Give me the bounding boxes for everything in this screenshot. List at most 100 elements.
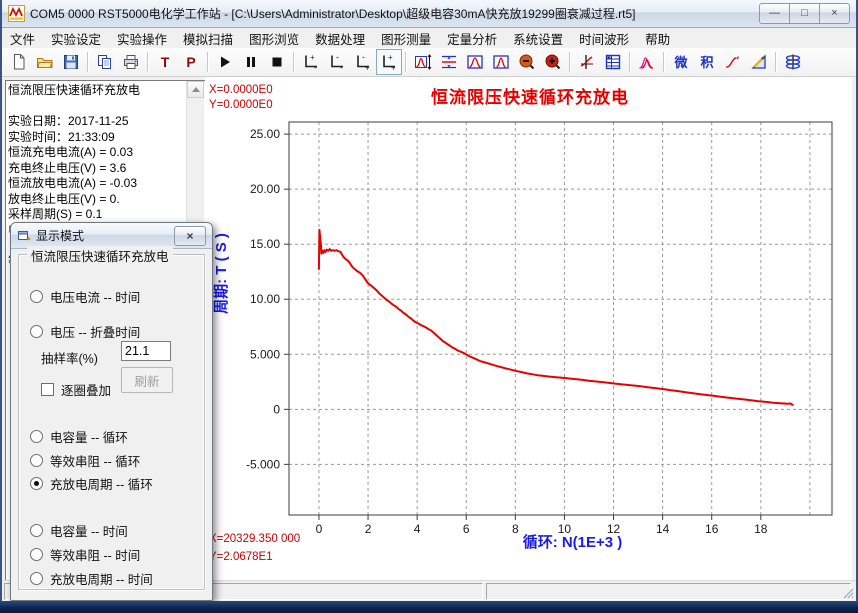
dialog-close-button[interactable]: × [174, 226, 206, 246]
minimize-button[interactable]: — [759, 3, 790, 24]
toolbar-separator [629, 52, 631, 72]
svg-text:-: - [314, 63, 317, 72]
marker-readout-x: X=20329.350 000 [209, 533, 300, 545]
svg-text:循环: N(1E+3 ): 循环: N(1E+3 ) [523, 533, 623, 551]
radio-icon[interactable] [30, 290, 43, 303]
svg-text:周期: T ( S ): 周期: T ( S ) [212, 233, 230, 314]
option-voltage-folded-time[interactable]: 电压 -- 折叠时间 [30, 323, 140, 339]
svg-text:4: 4 [414, 522, 421, 536]
p-mode-button[interactable]: P [178, 49, 204, 75]
menu-item[interactable]: 图形测量 [373, 27, 439, 50]
axis-minus-minus-button[interactable]: -- [324, 49, 350, 75]
option-period-time[interactable]: 充放电周期 -- 时间 [30, 570, 153, 586]
option-voltage-current-time[interactable]: 电压电流 -- 时间 [30, 288, 140, 304]
toolbar-separator [87, 52, 89, 72]
sampling-rate-row: 抽样率(%) [41, 349, 98, 365]
svg-text:-: - [336, 53, 339, 62]
radio-icon[interactable] [30, 477, 43, 490]
menu-item[interactable]: 实验设定 [43, 27, 109, 50]
svg-text:25.00: 25.00 [250, 127, 280, 141]
plot-canvas[interactable]: 02468101214161825.0020.0015.0010.005.000… [205, 77, 854, 580]
radio-icon[interactable] [30, 548, 43, 561]
stop-button[interactable] [264, 49, 290, 75]
checkbox-icon[interactable] [41, 383, 54, 396]
option-capacity-time[interactable]: 电容量 -- 时间 [30, 522, 128, 538]
app-window: COM5 0000 RST5000电化学工作站 - [C:\Users\Admi… [0, 0, 858, 601]
print-button[interactable] [118, 49, 144, 75]
menu-item[interactable]: 图形浏览 [241, 27, 307, 50]
sampling-rate-label: 抽样率(%) [41, 348, 98, 367]
data-table-button[interactable] [600, 49, 626, 75]
option-capacity-cycle[interactable]: 电容量 -- 循环 [30, 428, 128, 444]
toolbar-separator [663, 52, 665, 72]
pause-button[interactable] [238, 49, 264, 75]
menu-item[interactable]: 时间波形 [571, 27, 637, 50]
svg-text:0: 0 [316, 522, 323, 536]
info-line: 恒流放电电流(A) = -0.03 [8, 176, 185, 192]
cursor-marker-button[interactable] [574, 49, 600, 75]
info-line: 放电终止电压(V) = 0. [8, 192, 185, 208]
info-line: 恒流充电电流(A) = 0.03 [8, 145, 185, 161]
restore-button[interactable]: □ [789, 3, 820, 24]
svg-text:10.00: 10.00 [250, 292, 280, 306]
run-button[interactable] [212, 49, 238, 75]
menu-item[interactable]: 数据处理 [307, 27, 373, 50]
window-title: COM5 0000 RST5000电化学工作站 - [C:\Users\Admi… [30, 5, 754, 22]
autoscale-y-button[interactable] [410, 49, 436, 75]
zoom-out-button[interactable] [514, 49, 540, 75]
menu-item[interactable]: 实验操作 [109, 27, 175, 50]
svg-text:+: + [310, 53, 315, 62]
radio-icon[interactable] [30, 572, 43, 585]
measure-tool-button[interactable] [746, 49, 772, 75]
info-line: 采样周期(S) = 0.1 [8, 207, 185, 223]
svg-text:0: 0 [273, 402, 280, 416]
spiral-3d-button[interactable] [780, 49, 806, 75]
status-segment [486, 583, 851, 600]
option-esr-time[interactable]: 等效串阻 -- 时间 [30, 546, 140, 562]
integrate-button[interactable]: 积 [694, 49, 720, 75]
app-icon [8, 5, 25, 22]
peak-window-button[interactable] [462, 49, 488, 75]
differentiate-button[interactable]: 微 [668, 49, 694, 75]
save-button[interactable] [58, 49, 84, 75]
radio-icon[interactable] [30, 454, 43, 467]
menu-item[interactable]: 定量分析 [439, 27, 505, 50]
overlay-curves-button[interactable] [634, 49, 660, 75]
chart-area: X=0.0000E0 Y=0.0000E0 恒流限压快速循环充放电 024681… [205, 77, 852, 580]
sampling-rate-input[interactable] [121, 341, 171, 361]
option-esr-cycle[interactable]: 等效串阻 -- 循环 [30, 452, 140, 468]
copy-button[interactable] [92, 49, 118, 75]
new-file-button[interactable] [6, 49, 32, 75]
axis-plus-minus-button[interactable]: +- [298, 49, 324, 75]
peak-window-2-button[interactable] [488, 49, 514, 75]
option-period-cycle[interactable]: 充放电周期 -- 循环 [30, 475, 153, 491]
scroll-up-button[interactable] [187, 81, 204, 98]
window-controls: — □ × [760, 3, 850, 24]
svg-text:14: 14 [656, 522, 670, 536]
toolbar-separator [147, 52, 149, 72]
radio-icon[interactable] [30, 325, 43, 338]
radio-icon[interactable] [30, 430, 43, 443]
menu-item[interactable]: 文件 [2, 27, 43, 50]
t-mode-button[interactable]: T [152, 49, 178, 75]
svg-text:-: - [340, 63, 343, 72]
radio-icon[interactable] [30, 524, 43, 537]
fit-y-button[interactable] [436, 49, 462, 75]
refresh-button[interactable]: 刷新 [121, 367, 173, 393]
close-button[interactable]: × [819, 3, 850, 24]
info-line: 充电终止电压(V) = 3.6 [8, 161, 185, 177]
zoom-in-button[interactable] [540, 49, 566, 75]
resize-grip[interactable] [842, 587, 854, 599]
arrow-up-icon [192, 87, 200, 92]
axis-plus-plus-button[interactable]: ++ [376, 49, 402, 75]
menu-item[interactable]: 帮助 [637, 27, 678, 50]
menu-item[interactable]: 模拟扫描 [175, 27, 241, 50]
axis-minus-plus-button[interactable]: -+ [350, 49, 376, 75]
overlay-per-cycle-row[interactable]: 逐圈叠加 [41, 381, 111, 397]
svg-text:2: 2 [365, 522, 372, 536]
svg-text:5.000: 5.000 [250, 347, 280, 361]
derivative-curve-button[interactable] [720, 49, 746, 75]
toolbar-separator [405, 52, 407, 72]
menu-item[interactable]: 系统设置 [505, 27, 571, 50]
open-file-button[interactable] [32, 49, 58, 75]
